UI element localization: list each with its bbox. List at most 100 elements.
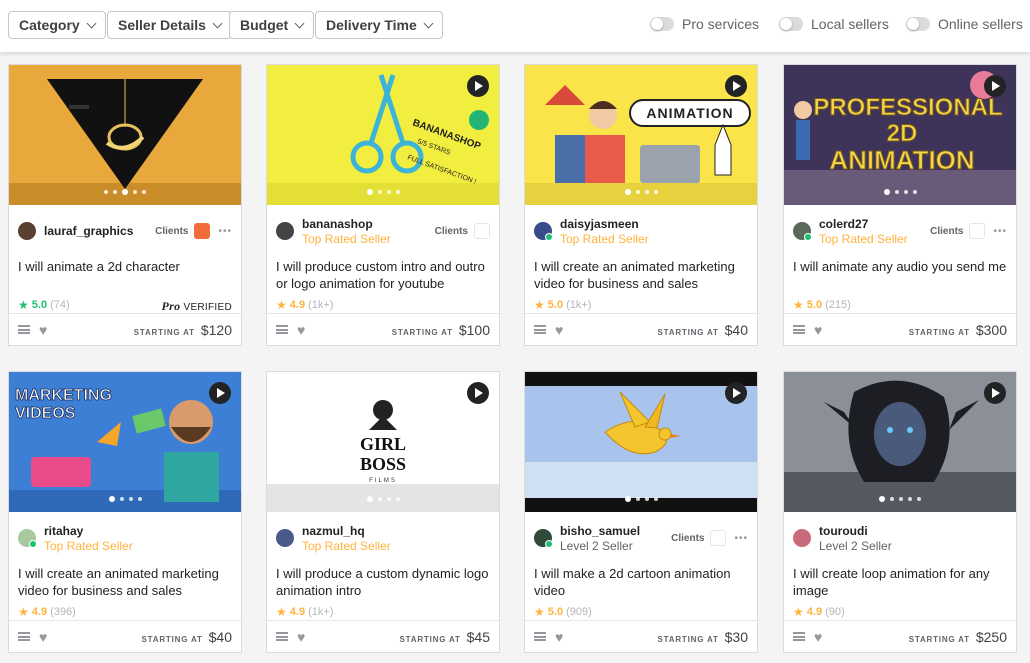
carousel-dots[interactable]: [525, 189, 757, 195]
gig-title[interactable]: I will make a 2d cartoon animation video: [534, 565, 748, 599]
gig-title[interactable]: I will produce custom intro and outro or…: [276, 258, 490, 292]
gig-card[interactable]: lauraf_graphics Clients ••• I will anima…: [8, 64, 242, 346]
heart-icon[interactable]: ♥: [555, 323, 563, 337]
clients-badge[interactable]: Clients: [155, 223, 211, 239]
seller-name[interactable]: lauraf_graphics: [44, 224, 133, 238]
gig-title[interactable]: I will create an animated marketing vide…: [18, 565, 232, 599]
carousel-dots[interactable]: [525, 496, 757, 502]
play-icon[interactable]: [725, 382, 747, 404]
gig-card[interactable]: touroudi Level 2 Seller I will create loo…: [783, 371, 1017, 653]
heart-icon[interactable]: ♥: [814, 323, 822, 337]
carousel-dots[interactable]: [9, 189, 241, 195]
gig-thumbnail[interactable]: [784, 372, 1016, 512]
play-icon[interactable]: [984, 382, 1006, 404]
price[interactable]: STARTING AT $120: [134, 322, 232, 338]
gig-card[interactable]: bisho_samuel Level 2 Seller Clients ••• I…: [524, 371, 758, 653]
heart-icon[interactable]: ♥: [814, 630, 822, 644]
online-sellers-toggle[interactable]: Online sellers: [906, 16, 1023, 32]
list-icon[interactable]: [276, 632, 288, 641]
carousel-dots[interactable]: [267, 189, 499, 195]
gig-card[interactable]: PROFESSIONAL 2D ANIMATION colerd27 Top Ra…: [783, 64, 1017, 346]
avatar[interactable]: [793, 529, 811, 547]
seller-name[interactable]: colerd27: [819, 217, 908, 231]
list-icon[interactable]: [18, 325, 30, 334]
rating-score: 5.0: [547, 299, 564, 311]
seller-name[interactable]: touroudi: [819, 524, 892, 538]
list-icon[interactable]: [534, 325, 546, 334]
price-value: $120: [200, 321, 232, 338]
seller-name[interactable]: daisyjasmeen: [560, 217, 649, 231]
clients-badge[interactable]: Clients: [930, 223, 986, 239]
avatar[interactable]: [793, 222, 812, 241]
play-icon[interactable]: [467, 75, 489, 97]
toggle-switch[interactable]: [650, 17, 674, 31]
delivery-time-filter[interactable]: Delivery Time: [315, 11, 443, 39]
gig-title[interactable]: I will create an animated marketing vide…: [534, 258, 748, 292]
local-sellers-toggle[interactable]: Local sellers: [779, 16, 889, 32]
more-options-icon[interactable]: •••: [218, 226, 232, 237]
list-icon[interactable]: [276, 325, 288, 334]
price[interactable]: STARTING AT $45: [400, 629, 490, 645]
price[interactable]: STARTING AT $40: [142, 629, 232, 645]
carousel-dots[interactable]: [784, 496, 1016, 502]
carousel-dots[interactable]: [267, 496, 499, 502]
list-icon[interactable]: [793, 325, 805, 334]
carousel-dots[interactable]: [9, 496, 241, 502]
seller-name[interactable]: nazmul_hq: [302, 524, 391, 538]
heart-icon[interactable]: ♥: [39, 630, 47, 644]
gig-title[interactable]: I will create loop animation for any ima…: [793, 565, 1007, 599]
gig-thumbnail[interactable]: PROFESSIONAL 2D ANIMATION: [784, 65, 1016, 205]
avatar[interactable]: [276, 529, 294, 547]
gig-thumbnail[interactable]: GIRL BOSS FILMS: [267, 372, 499, 512]
clients-badge[interactable]: Clients: [671, 530, 727, 546]
price[interactable]: STARTING AT $40: [658, 322, 748, 338]
list-icon[interactable]: [18, 632, 30, 641]
more-options-icon[interactable]: •••: [993, 226, 1007, 237]
rating: ★ 5.0 (215): [793, 298, 851, 312]
gig-thumbnail[interactable]: [9, 65, 241, 205]
gig-thumbnail[interactable]: ANIMATION: [525, 65, 757, 205]
gig-thumbnail[interactable]: MARKETING VIDEOS: [9, 372, 241, 512]
gig-thumbnail[interactable]: [525, 372, 757, 512]
category-filter[interactable]: Category: [8, 11, 106, 39]
list-icon[interactable]: [793, 632, 805, 641]
heart-icon[interactable]: ♥: [555, 630, 563, 644]
price[interactable]: STARTING AT $30: [658, 629, 748, 645]
gig-card[interactable]: MARKETING VIDEOS ritahay Top Rated Seller…: [8, 371, 242, 653]
toggle-switch[interactable]: [779, 17, 803, 31]
gig-title[interactable]: I will animate a 2d character: [18, 258, 232, 275]
price[interactable]: STARTING AT $100: [392, 322, 490, 338]
list-icon[interactable]: [534, 632, 546, 641]
more-options-icon[interactable]: •••: [734, 533, 748, 544]
avatar[interactable]: [534, 222, 553, 241]
gig-card[interactable]: ANIMATION daisyjasmeen Top Rated Seller I…: [524, 64, 758, 346]
seller-name[interactable]: ritahay: [44, 524, 133, 538]
pro-services-toggle[interactable]: Pro services: [650, 16, 759, 32]
play-icon[interactable]: [984, 75, 1006, 97]
clients-badge[interactable]: Clients: [435, 223, 490, 239]
budget-filter[interactable]: Budget: [229, 11, 315, 39]
carousel-dots[interactable]: [784, 189, 1016, 195]
price[interactable]: STARTING AT $250: [909, 629, 1007, 645]
play-icon[interactable]: [725, 75, 747, 97]
play-icon[interactable]: [209, 382, 231, 404]
toggle-switch[interactable]: [906, 17, 930, 31]
seller-level: Level 2 Seller: [560, 538, 633, 553]
heart-icon[interactable]: ♥: [297, 323, 305, 337]
gig-thumbnail[interactable]: BANANASHOP 5/5 STARS FULL SATISFACTION !: [267, 65, 499, 205]
heart-icon[interactable]: ♥: [39, 323, 47, 337]
seller-details-filter[interactable]: Seller Details: [107, 11, 232, 39]
gig-title[interactable]: I will produce a custom dynamic logo ani…: [276, 565, 490, 599]
avatar[interactable]: [276, 222, 294, 240]
gig-card[interactable]: BANANASHOP 5/5 STARS FULL SATISFACTION !…: [266, 64, 500, 346]
avatar[interactable]: [534, 529, 553, 548]
play-icon[interactable]: [467, 382, 489, 404]
seller-name[interactable]: bisho_samuel: [560, 524, 640, 538]
gig-title[interactable]: I will animate any audio you send me: [793, 258, 1007, 275]
price[interactable]: STARTING AT $300: [909, 322, 1007, 338]
seller-name[interactable]: bananashop: [302, 217, 391, 231]
avatar[interactable]: [18, 529, 37, 548]
avatar[interactable]: [18, 222, 36, 240]
gig-card[interactable]: GIRL BOSS FILMS nazmul_hq Top Rated Selle…: [266, 371, 500, 653]
heart-icon[interactable]: ♥: [297, 630, 305, 644]
